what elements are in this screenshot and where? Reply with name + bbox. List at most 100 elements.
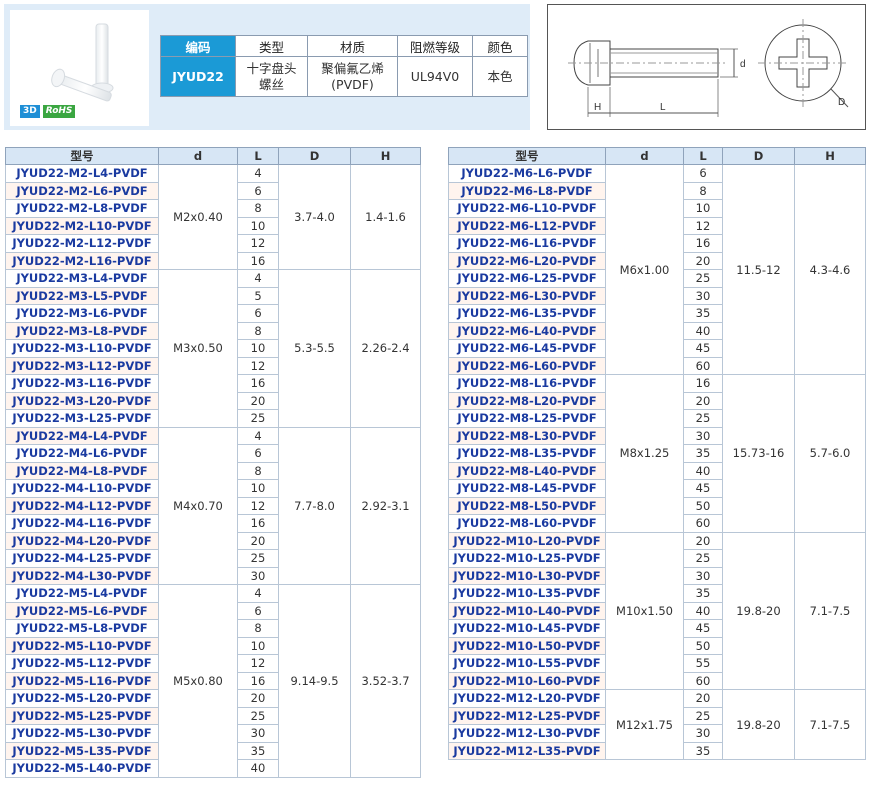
model-number: JYUD22-M4-L10-PVDF: [5, 479, 159, 498]
header-D: D: [278, 147, 351, 165]
spec-flame: UL94V0: [397, 56, 473, 97]
table-row: JYUD22-M5-L4-PVDF M5x0.80 4 9.14-9.5 3.52-3.…: [5, 584, 421, 778]
length-L: 12: [683, 216, 723, 235]
length-L: 20: [683, 391, 723, 410]
length-L: 16: [683, 234, 723, 253]
model-number: JYUD22-M4-L16-PVDF: [5, 514, 159, 533]
head-height-H: 3.52-3.7: [350, 584, 421, 778]
header-H: H: [350, 147, 421, 165]
model-number: JYUD22-M2-L6-PVDF: [5, 181, 159, 200]
head-height-H: 5.7-6.0: [794, 374, 866, 533]
spec-header-flame: 阻燃等级: [397, 35, 473, 57]
model-number: JYUD22-M6-L8-PVDF: [448, 181, 606, 200]
length-L: 20: [683, 689, 723, 708]
model-number: JYUD22-M4-L6-PVDF: [5, 444, 159, 463]
length-L: 45: [683, 479, 723, 498]
table-row: JYUD22-M4-L4-PVDF M4x0.70 4 7.7-8.0 2.92-3.1: [5, 426, 421, 585]
table-row: JYUD22-M3-L4-PVDF M3x0.50 4 5.3-5.5 2.26-2.4: [5, 269, 421, 428]
length-L: 16: [237, 671, 279, 690]
model-number: JYUD22-M12-L20-PVDF: [448, 689, 606, 708]
length-L: 20: [683, 531, 723, 550]
length-L: 40: [683, 601, 723, 620]
model-number: JYUD22-M3-L4-PVDF: [5, 269, 159, 288]
model-number: JYUD22-M5-L12-PVDF: [5, 654, 159, 673]
model-number: JYUD22-M6-L12-PVDF: [448, 216, 606, 235]
drawing-label-d: d: [740, 59, 746, 70]
model-number: JYUD22-M6-L16-PVDF: [448, 234, 606, 253]
spec-material-line2: (PVDF): [331, 76, 374, 92]
spec-code: JYUD22: [160, 56, 236, 97]
model-number: JYUD22-M8-L30-PVDF: [448, 426, 606, 445]
model-number: JYUD22-M10-L55-PVDF: [448, 654, 606, 673]
product-info-panel: 3D RoHS 编码 类型 材质 阻燃等级 颜色 JYUD22 十字盘头 螺丝 …: [4, 4, 530, 130]
spec-material-line1: 聚偏氟乙烯: [321, 60, 384, 76]
length-L: 10: [237, 479, 279, 498]
technical-drawing: d H L D: [547, 4, 866, 130]
model-number: JYUD22-M3-L12-PVDF: [5, 356, 159, 375]
length-L: 30: [683, 426, 723, 445]
header-L: L: [683, 147, 723, 165]
certification-badges: 3D RoHS: [20, 105, 76, 118]
length-L: 8: [237, 619, 279, 638]
spec-type-line2: 螺丝: [258, 76, 284, 92]
model-number: JYUD22-M5-L35-PVDF: [5, 741, 159, 760]
model-number: JYUD22-M8-L60-PVDF: [448, 514, 606, 533]
header-H: H: [794, 147, 866, 165]
model-number: JYUD22-M5-L4-PVDF: [5, 584, 159, 603]
model-number: JYUD22-M3-L5-PVDF: [5, 286, 159, 305]
model-number: JYUD22-M5-L8-PVDF: [5, 619, 159, 638]
length-L: 4: [237, 269, 279, 288]
length-L: 10: [237, 636, 279, 655]
length-L: 50: [683, 636, 723, 655]
model-number: JYUD22-M10-L35-PVDF: [448, 584, 606, 603]
model-number: JYUD22-M4-L20-PVDF: [5, 531, 159, 550]
model-number: JYUD22-M5-L10-PVDF: [5, 636, 159, 655]
model-number: JYUD22-M2-L10-PVDF: [5, 216, 159, 235]
head-height-H: 7.1-7.5: [794, 689, 866, 760]
length-L: 35: [683, 304, 723, 323]
model-number: JYUD22-M5-L6-PVDF: [5, 601, 159, 620]
thread-d: M6x1.00: [605, 164, 684, 375]
length-L: 16: [237, 374, 279, 393]
drawing-label-H: H: [594, 102, 601, 113]
length-L: 6: [237, 304, 279, 323]
length-L: 12: [237, 356, 279, 375]
thread-d: M4x0.70: [158, 426, 238, 585]
length-L: 20: [237, 531, 279, 550]
length-L: 12: [237, 496, 279, 515]
model-table-right: 型号 d L D H JYUD22-M6-L6-PVDF M6x1.00 6 11.5…: [448, 147, 866, 760]
model-number: JYUD22-M5-L25-PVDF: [5, 706, 159, 725]
length-L: 6: [683, 164, 723, 183]
drawing-label-L: L: [660, 102, 666, 113]
model-number: JYUD22-M4-L25-PVDF: [5, 549, 159, 568]
head-height-H: 4.3-4.6: [794, 164, 866, 375]
model-number: JYUD22-M3-L25-PVDF: [5, 409, 159, 428]
length-L: 35: [237, 741, 279, 760]
head-height-H: 1.4-1.6: [350, 164, 421, 270]
length-L: 25: [683, 706, 723, 725]
length-L: 50: [683, 496, 723, 515]
model-number: JYUD22-M10-L50-PVDF: [448, 636, 606, 655]
length-L: 60: [683, 356, 723, 375]
length-L: 10: [683, 199, 723, 218]
head-height-H: 2.92-3.1: [350, 426, 421, 585]
length-L: 35: [683, 444, 723, 463]
length-L: 60: [683, 671, 723, 690]
length-L: 25: [237, 409, 279, 428]
length-L: 40: [237, 759, 279, 778]
table-row: JYUD22-M2-L4-PVDF M2x0.40 4 3.7-4.0 1.4-1.6: [5, 164, 421, 270]
model-number: JYUD22-M5-L20-PVDF: [5, 689, 159, 708]
head-diameter-D: 15.73-16: [722, 374, 795, 533]
length-L: 25: [683, 409, 723, 428]
model-number: JYUD22-M10-L40-PVDF: [448, 601, 606, 620]
thread-d: M10x1.50: [605, 531, 684, 690]
model-number: JYUD22-M8-L35-PVDF: [448, 444, 606, 463]
model-number: JYUD22-M3-L8-PVDF: [5, 321, 159, 340]
thread-d: M5x0.80: [158, 584, 238, 778]
length-L: 40: [683, 461, 723, 480]
length-L: 12: [237, 234, 279, 253]
spec-type-line1: 十字盘头: [246, 60, 297, 76]
model-number: JYUD22-M12-L30-PVDF: [448, 724, 606, 743]
head-diameter-D: 19.8-20: [722, 531, 795, 690]
length-L: 20: [237, 391, 279, 410]
